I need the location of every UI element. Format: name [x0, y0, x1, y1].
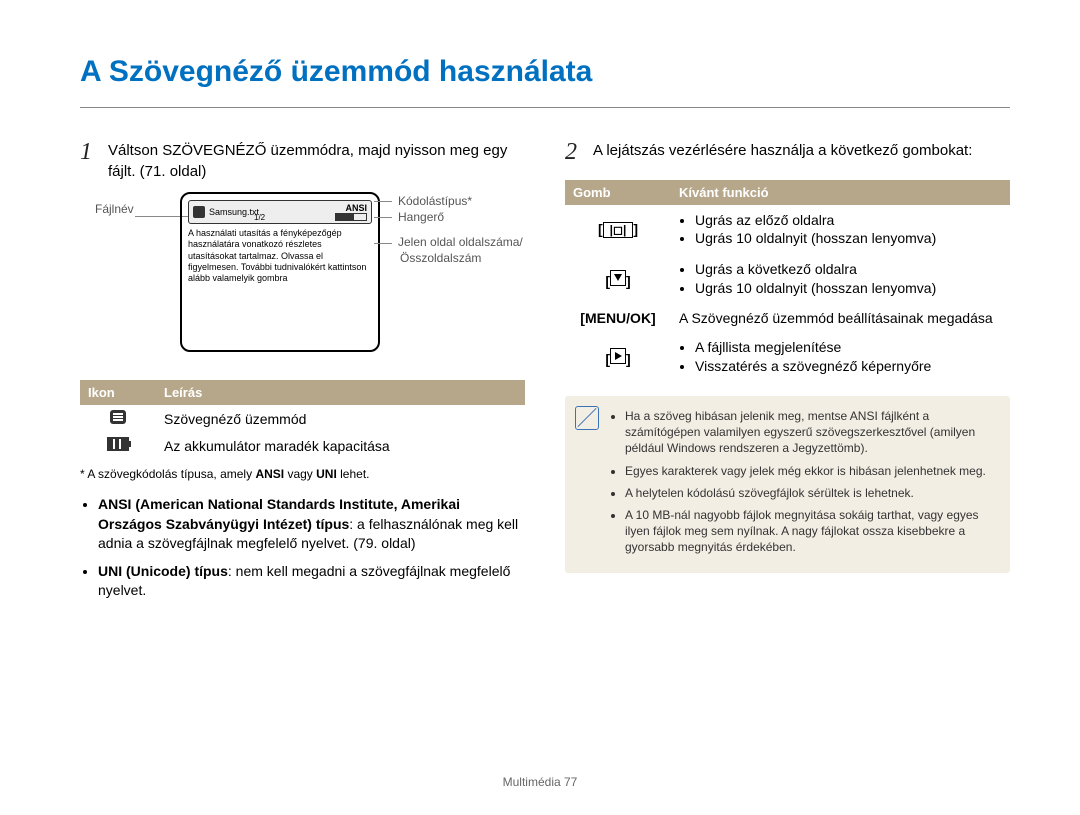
doc-icon: [193, 206, 205, 218]
th-button: Gomb: [565, 180, 671, 205]
callout-filename-label: Fájlnév: [95, 202, 134, 216]
th-desc: Leírás: [156, 380, 525, 405]
footnote-mid: vagy: [284, 467, 316, 481]
note-item-2: Egyes karakterek vagy jelek még ekkor is…: [625, 463, 996, 479]
fn-prev-page: Ugrás az előző oldalra: [695, 211, 1002, 230]
bullet-uni-strong: UNI (Unicode) típus: [98, 563, 228, 579]
fn-prev-10: Ugrás 10 oldalnyit (hosszan lenyomva): [695, 229, 1002, 248]
note-item-3: A helytelen kódolású szövegfájlok sérült…: [625, 485, 996, 501]
note-icon: [575, 406, 599, 430]
step-number-2: 2: [565, 136, 593, 170]
callouts-right: Kódolástípus* Hangerő Jelen oldal oldals…: [400, 194, 525, 266]
list-item: UNI (Unicode) típus: nem kell megadni a …: [98, 562, 525, 601]
step-text-2: A lejátszás vezérlésére használja a köve…: [593, 136, 972, 170]
battery-icon: [107, 437, 129, 451]
note-item-1: Ha a szöveg hibásan jelenik meg, mentse …: [625, 408, 996, 457]
note-box: Ha a szöveg hibásan jelenik meg, mentse …: [565, 396, 1010, 574]
table-row: [] A fájllista megjelenítése Visszatérés…: [565, 332, 1010, 382]
encoding-bullets: ANSI (American National Standards Instit…: [80, 495, 525, 601]
icon-table: Ikon Leírás Szövegnéző üzemmód Az akkumu…: [80, 380, 525, 459]
textviewer-icon: [110, 410, 126, 424]
fn-next-10: Ugrás 10 oldalnyit (hosszan lenyomva): [695, 279, 1002, 298]
table-header: Gomb Kívánt funkció: [565, 180, 1010, 205]
th-function: Kívánt funkció: [671, 180, 1010, 205]
shot-pages: 1/2: [254, 213, 265, 222]
footnote-uni: UNI: [316, 467, 337, 481]
shot-statusbar: Samsung.txt 1/2 ANSI: [188, 200, 372, 224]
device-screenshot: Samsung.txt 1/2 ANSI A használati utasít…: [180, 192, 380, 352]
fn-settings: A Szövegnéző üzemmód beállításainak mega…: [671, 304, 1010, 332]
btn-play: []: [565, 332, 671, 382]
table-header: Ikon Leírás: [80, 380, 525, 405]
down-icon: [610, 270, 626, 286]
table-row: Szövegnéző üzemmód: [80, 405, 525, 432]
callout-encoding: Kódolástípus*: [400, 194, 525, 210]
row-desc-1: Szövegnéző üzemmód: [156, 405, 525, 432]
footnote-ansi: ANSI: [255, 467, 284, 481]
btn-menuok: [MENU/OK]: [565, 304, 671, 332]
step-text-1: Váltson SZÖVEGNÉZŐ üzemmódra, majd nyiss…: [108, 136, 525, 182]
btn-next: []: [565, 254, 671, 304]
table-row: Az akkumulátor maradék kapacitása: [80, 432, 525, 459]
th-icon: Ikon: [80, 380, 156, 405]
footnote-prefix: * A szövegkódolás típusa, amely: [80, 467, 255, 481]
callout-volume: Hangerő: [400, 210, 525, 226]
fn-return: Visszatérés a szövegnéző képernyőre: [695, 357, 1002, 376]
row-desc-2: Az akkumulátor maradék kapacitása: [156, 432, 525, 459]
btn-prev: [|◻|]: [565, 205, 671, 255]
footnote-suffix: lehet.: [337, 467, 370, 481]
table-row: [] Ugrás a következő oldalra Ugrás 10 ol…: [565, 254, 1010, 304]
controls-table: Gomb Kívánt funkció [|◻|] Ugrás az előző…: [565, 180, 1010, 382]
shot-body-text: A használati utasítás a fényképezőgép ha…: [188, 224, 372, 284]
screenshot-diagram: Fájlnév Samsung.txt 1/2 ANSI A használat…: [80, 192, 525, 362]
volume-icon: [335, 213, 367, 221]
left-column: 1 Váltson SZÖVEGNÉZŐ üzemmódra, majd nyi…: [80, 136, 525, 609]
list-item: ANSI (American National Standards Instit…: [98, 495, 525, 554]
page-footer: Multimédia 77: [0, 775, 1080, 789]
rule: [80, 107, 1010, 108]
shot-ansi: ANSI: [345, 203, 367, 213]
play-icon: [610, 348, 626, 364]
footnote: * A szövegkódolás típusa, amely ANSI vag…: [80, 467, 525, 481]
shot-filename: Samsung.txt: [209, 207, 259, 217]
step-number-1: 1: [80, 136, 108, 182]
table-row: [MENU/OK] A Szövegnéző üzemmód beállítás…: [565, 304, 1010, 332]
callout-filename-text: Fájlnév: [95, 202, 134, 216]
page-title: A Szövegnéző üzemmód használata: [80, 55, 1010, 89]
table-row: [|◻|] Ugrás az előző oldalra Ugrás 10 ol…: [565, 205, 1010, 255]
fn-next-page: Ugrás a következő oldalra: [695, 260, 1002, 279]
note-item-4: A 10 MB-nál nagyobb fájlok megnyitása so…: [625, 507, 996, 556]
right-column: 2 A lejátszás vezérlésére használja a kö…: [565, 136, 1010, 609]
fn-filelist: A fájllista megjelenítése: [695, 338, 1002, 357]
callout-pagecount: Jelen oldal oldalszáma/Összoldalszám: [400, 235, 525, 266]
